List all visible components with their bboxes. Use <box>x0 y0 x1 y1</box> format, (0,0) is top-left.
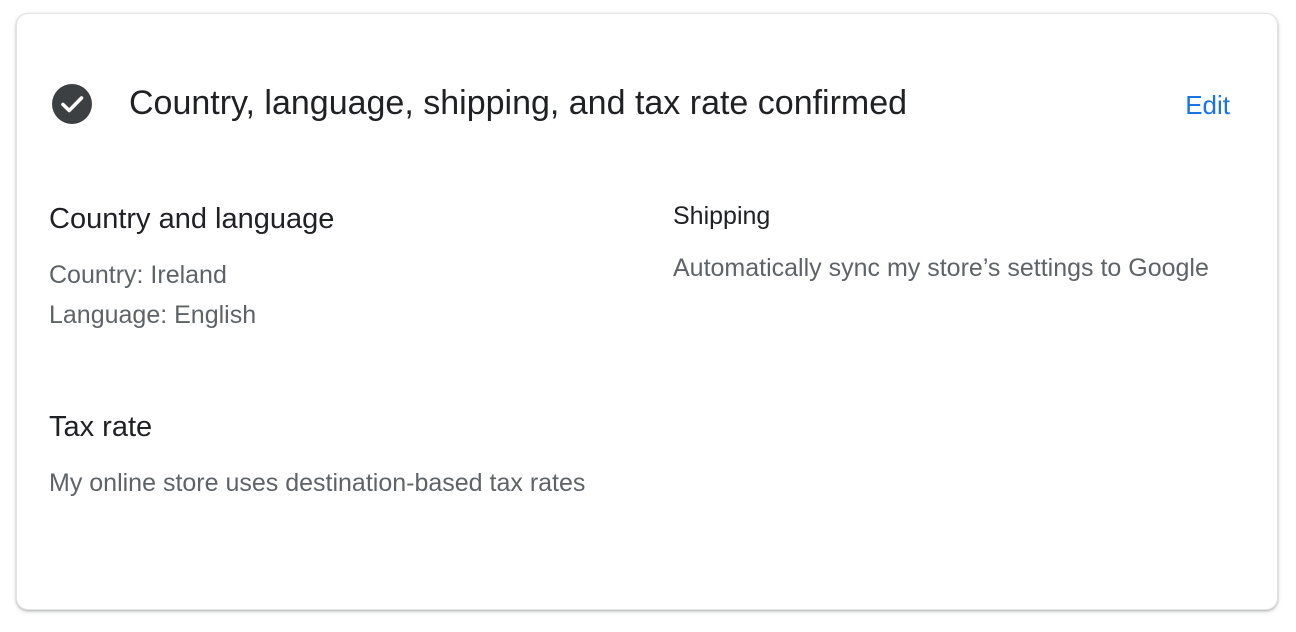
tax-rate-title: Tax rate <box>49 411 153 443</box>
shipping-section: Shipping Automatically sync my store’s s… <box>673 199 1233 288</box>
edit-button[interactable]: Edit <box>1185 87 1230 123</box>
confirmation-card: Country, language, shipping, and tax rat… <box>16 13 1278 610</box>
shipping-description: Automatically sync my store’s settings t… <box>673 254 1209 282</box>
tax-rate-section: Tax rate My online store uses destinatio… <box>49 407 629 503</box>
language-value: Language: English <box>49 301 257 329</box>
country-language-section: Country and language Country: Ireland La… <box>49 199 609 335</box>
country-value: Country: Ireland <box>49 261 227 289</box>
check-circle-icon <box>52 84 92 124</box>
tax-rate-description: My online store uses destination-based t… <box>49 469 586 497</box>
card-header: Country, language, shipping, and tax rat… <box>17 14 1277 194</box>
card-title: Country, language, shipping, and tax rat… <box>129 84 908 122</box>
country-language-title: Country and language <box>49 203 335 235</box>
shipping-title: Shipping <box>673 202 771 230</box>
